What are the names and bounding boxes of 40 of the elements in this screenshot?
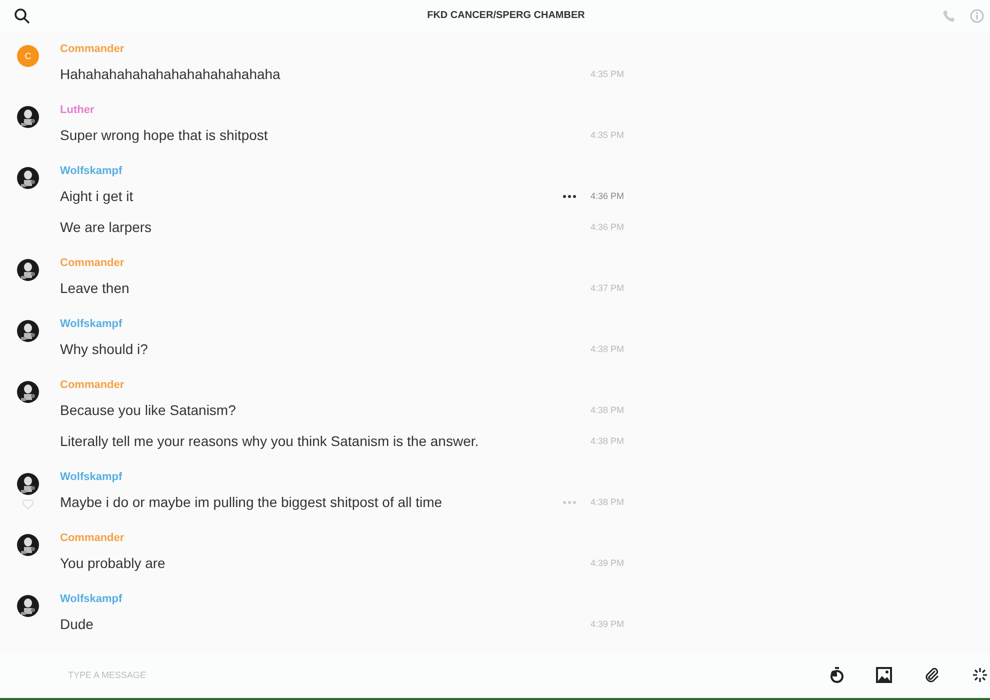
search-icon[interactable] <box>14 8 30 24</box>
message-text: Super wrong hope that is shitpost <box>60 127 269 144</box>
chat-title: FKD CANCER/SPERG CHAMBER <box>426 10 586 22</box>
message-time: 4:35 PM <box>589 130 624 140</box>
message-time: 4:37 PM <box>589 283 624 294</box>
message-time: 4:36 PM <box>589 191 624 202</box>
author-name: Commander <box>60 530 124 545</box>
message-text: We are larpers <box>60 219 153 236</box>
author-name: Wolfskampf <box>60 470 122 484</box>
avatar: C <box>17 44 39 67</box>
author-name: Wolfskampf <box>60 592 122 606</box>
message-text: Why should i? <box>60 341 149 358</box>
message-time: 4:39 PM <box>589 558 624 568</box>
image-icon[interactable] <box>876 667 892 684</box>
message-text: Maybe i do or maybe im pulling the biggest shitpost of all time <box>60 494 444 510</box>
author-name: Luther <box>60 102 94 117</box>
message-time: 4:38 PM <box>589 405 624 416</box>
message-text: Aight i get it <box>60 188 134 204</box>
message-text: Dude <box>60 616 94 632</box>
author-name: Commander <box>60 42 124 56</box>
author-name: Commander <box>60 378 124 392</box>
message-time: 4:38 PM <box>589 497 624 508</box>
message-time: 4:38 PM <box>589 344 624 354</box>
message-text: Literally tell me your reasons why you think Satanism is the answer. <box>60 433 480 450</box>
message-input[interactable]: TYPE A MESSAGE <box>66 669 366 682</box>
message-text: Because you like Satanism? <box>60 402 237 418</box>
sparkle-icon[interactable] <box>972 667 988 684</box>
message-time: 4:38 PM <box>589 436 624 446</box>
message-time: 4:35 PM <box>589 69 624 80</box>
message-time: 4:36 PM <box>589 222 624 232</box>
author-name: Wolfskampf <box>60 316 122 331</box>
message-text: Leave then <box>60 280 130 296</box>
more-button[interactable] <box>563 194 576 198</box>
paperclip-icon[interactable] <box>924 667 940 684</box>
message-text: You probably are <box>60 555 166 572</box>
author-name: Wolfskampf <box>60 164 122 178</box>
message-time: 4:39 PM <box>589 619 624 630</box>
timer-icon[interactable] <box>830 667 844 684</box>
message-text: Hahahahahahahahahahahahahaha <box>60 66 282 82</box>
author-name: Commander <box>60 256 124 270</box>
